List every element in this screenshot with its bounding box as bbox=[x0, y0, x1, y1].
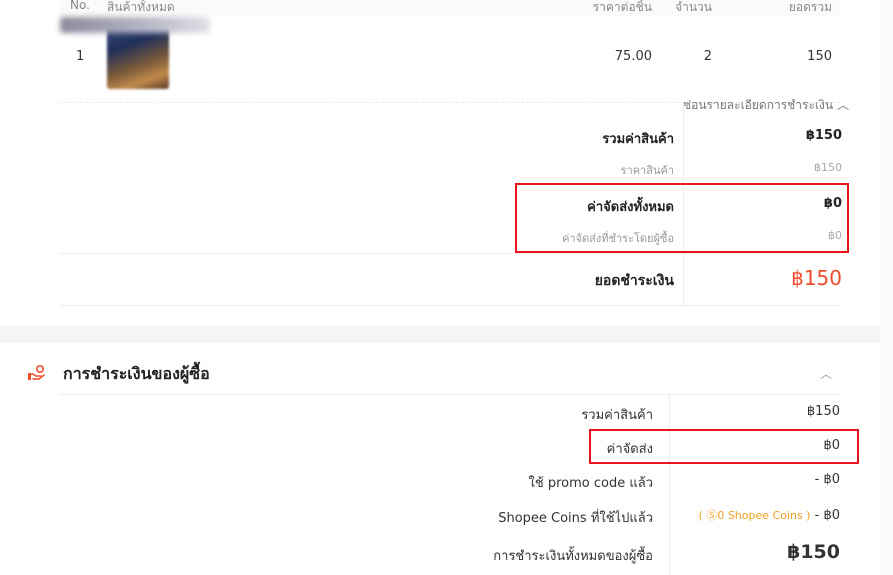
chevron-up-icon[interactable]: ︿ bbox=[820, 365, 832, 382]
shopee-coins-value-wrap: ( Ⓢ0 Shopee Coins ) - ฿0 bbox=[699, 507, 840, 523]
column-divider bbox=[669, 394, 670, 575]
bp-items-total-label: รวมค่าสินค้า bbox=[581, 408, 653, 423]
buyer-total-value: ฿150 bbox=[787, 541, 840, 563]
row-qty: 2 bbox=[703, 49, 712, 64]
item-price-label: ราคาสินค้า bbox=[620, 164, 674, 177]
scroll-gutter bbox=[880, 0, 893, 575]
col-qty: จำนวน bbox=[675, 0, 712, 14]
promo-code-value: - ฿0 bbox=[814, 472, 840, 487]
shopee-coins-value: - ฿0 bbox=[814, 508, 840, 523]
shipping-highlight-box bbox=[515, 183, 849, 253]
col-subtotal: ยอดรวม bbox=[788, 0, 832, 14]
hand-coin-icon bbox=[27, 364, 47, 382]
items-total-value: ฿150 bbox=[805, 128, 842, 143]
item-price-value: ฿150 bbox=[814, 161, 842, 174]
chevron-up-icon: ︿ bbox=[837, 98, 850, 112]
col-unit-price: ราคาต่อชิ้น bbox=[592, 0, 652, 14]
row-subtotal: 150 bbox=[807, 49, 832, 64]
section-divider bbox=[60, 394, 840, 395]
table-header: No. สินค้าทั้งหมด ราคาต่อชิ้น จำนวน ยอดร… bbox=[60, 0, 840, 16]
buyer-total-label: การชำระเงินทั้งหมดของผู้ซื้อ bbox=[493, 549, 653, 564]
items-total-label: รวมค่าสินค้า bbox=[602, 132, 674, 147]
product-name-blurred[interactable] bbox=[60, 17, 210, 33]
hide-payment-details-toggle[interactable]: ซ่อนรายละเอียดการชำระเงิน ︿ bbox=[683, 96, 849, 115]
bp-items-total-value: ฿150 bbox=[806, 404, 840, 419]
card-bottom-divider bbox=[60, 305, 840, 306]
col-product: สินค้าทั้งหมด bbox=[107, 0, 175, 14]
promo-code-label: ใช้ promo code แล้ว bbox=[528, 476, 653, 491]
row-unit-price: 75.00 bbox=[614, 49, 652, 64]
grand-total-label: ยอดชำระเงิน bbox=[594, 273, 674, 289]
buyer-payment-title: การชำระเงินของผู้ซื้อ bbox=[63, 364, 210, 383]
row-number: 1 bbox=[76, 49, 85, 64]
table-row: 1 75.00 2 150 bbox=[60, 17, 840, 103]
grand-total-value: ฿150 bbox=[791, 266, 842, 290]
shopee-coins-label: Shopee Coins ที่ใช้ไปแล้ว bbox=[498, 511, 653, 526]
toggle-label: ซ่อนรายละเอียดการชำระเงิน bbox=[683, 98, 834, 112]
shopee-coins-note: ( Ⓢ0 Shopee Coins ) bbox=[698, 509, 811, 522]
bp-shipping-highlight-box bbox=[589, 429, 859, 464]
col-no: No. bbox=[70, 0, 90, 12]
summary-divider bbox=[60, 253, 840, 254]
product-thumbnail[interactable] bbox=[107, 27, 169, 89]
